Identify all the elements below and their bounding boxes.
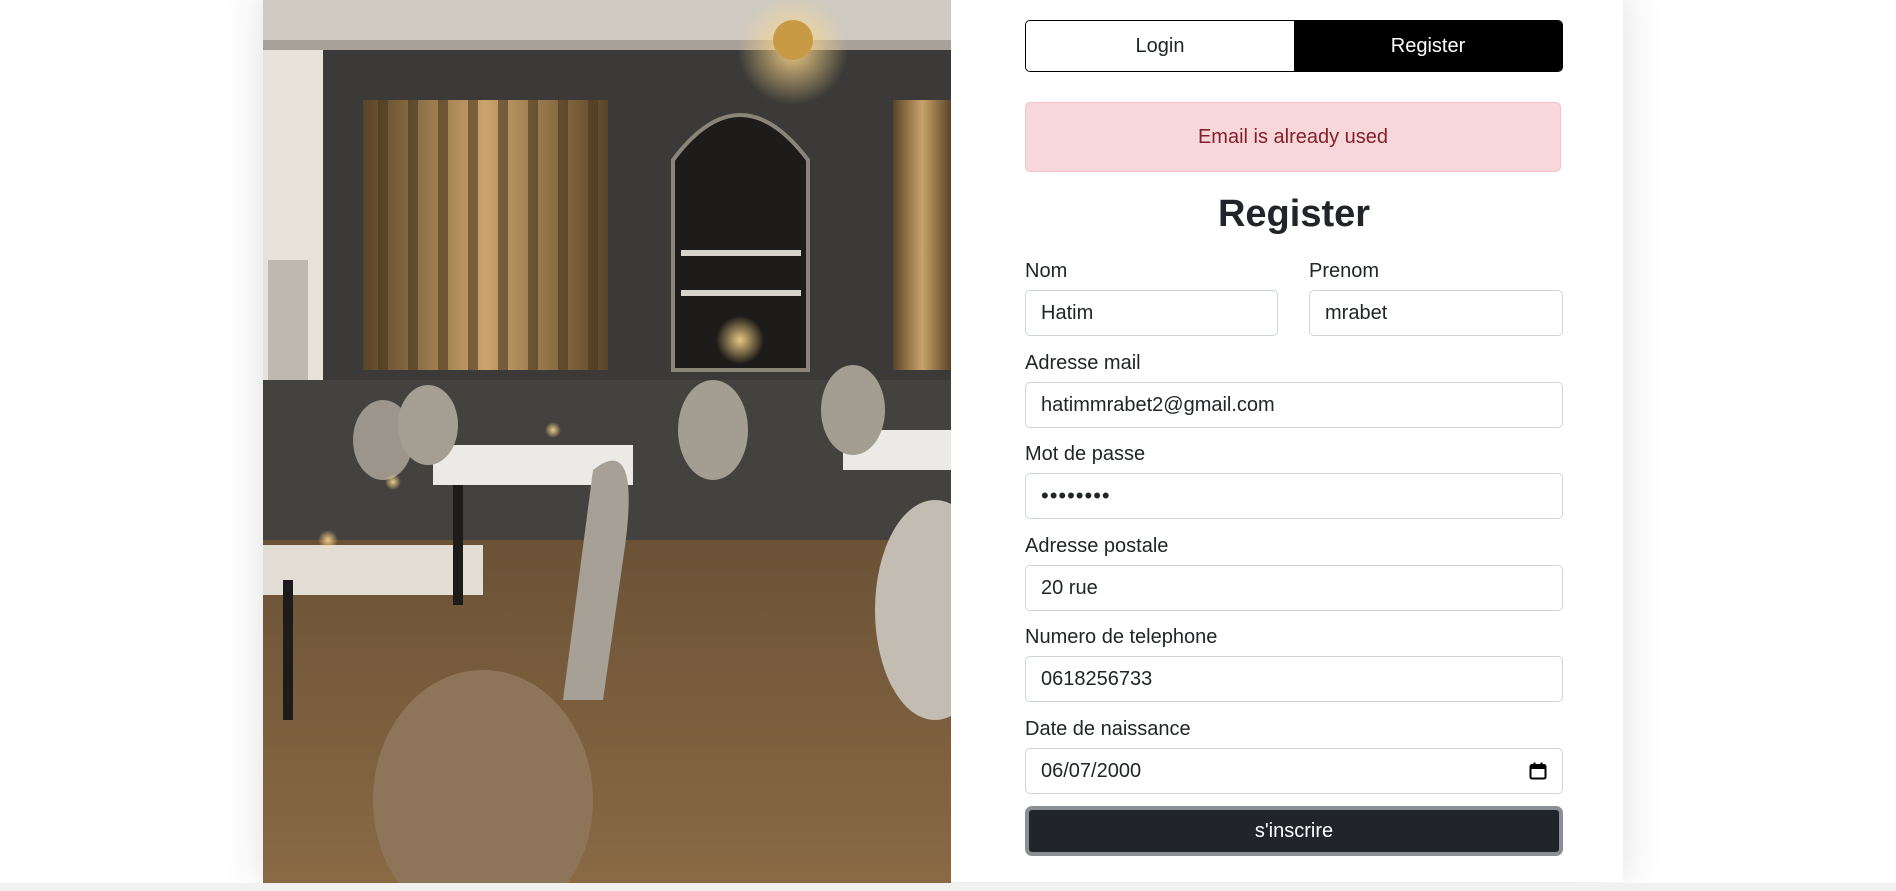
prenom-label: Prenom bbox=[1309, 260, 1380, 282]
password-label: Mot de passe bbox=[1025, 443, 1146, 465]
error-alert-message: Email is already used bbox=[1197, 125, 1389, 148]
prenom-input[interactable]: mrabet bbox=[1309, 290, 1563, 336]
nom-input[interactable]: Hatim bbox=[1025, 290, 1278, 336]
nom-value: Hatim bbox=[1041, 301, 1094, 324]
birthdate-input[interactable]: 06/07/2000 bbox=[1025, 748, 1563, 794]
auth-tabs: Login Register bbox=[1025, 20, 1563, 72]
phone-input[interactable]: 0618256733 bbox=[1025, 656, 1563, 702]
restaurant-illustration bbox=[263, 0, 951, 883]
password-value: •••••••• bbox=[1041, 483, 1111, 508]
password-input[interactable]: •••••••• bbox=[1025, 473, 1563, 519]
address-value: 20 rue bbox=[1041, 576, 1098, 599]
email-label: Adresse mail bbox=[1025, 352, 1141, 374]
phone-label: Numero de telephone bbox=[1025, 626, 1218, 648]
birthdate-value: 06/07/2000 bbox=[1041, 759, 1142, 782]
page-bottom-strip bbox=[0, 883, 1896, 891]
address-input[interactable]: 20 rue bbox=[1025, 565, 1563, 611]
register-submit-button[interactable]: s'inscrire bbox=[1025, 806, 1563, 856]
address-label: Adresse postale bbox=[1025, 535, 1169, 557]
prenom-value: mrabet bbox=[1325, 301, 1388, 324]
nom-label: Nom bbox=[1025, 260, 1068, 282]
error-alert: Email is already used bbox=[1025, 102, 1561, 172]
form-title: Register bbox=[1217, 193, 1371, 235]
phone-value: 0618256733 bbox=[1041, 667, 1153, 690]
email-input[interactable]: hatimmrabet2@gmail.com bbox=[1025, 382, 1563, 428]
email-value: hatimmrabet2@gmail.com bbox=[1041, 393, 1275, 416]
restaurant-photo bbox=[263, 0, 951, 883]
tab-register[interactable]: Register bbox=[1294, 21, 1562, 71]
birthdate-label: Date de naissance bbox=[1025, 718, 1191, 740]
calendar-icon[interactable] bbox=[1529, 762, 1547, 780]
tab-login[interactable]: Login bbox=[1026, 21, 1294, 71]
